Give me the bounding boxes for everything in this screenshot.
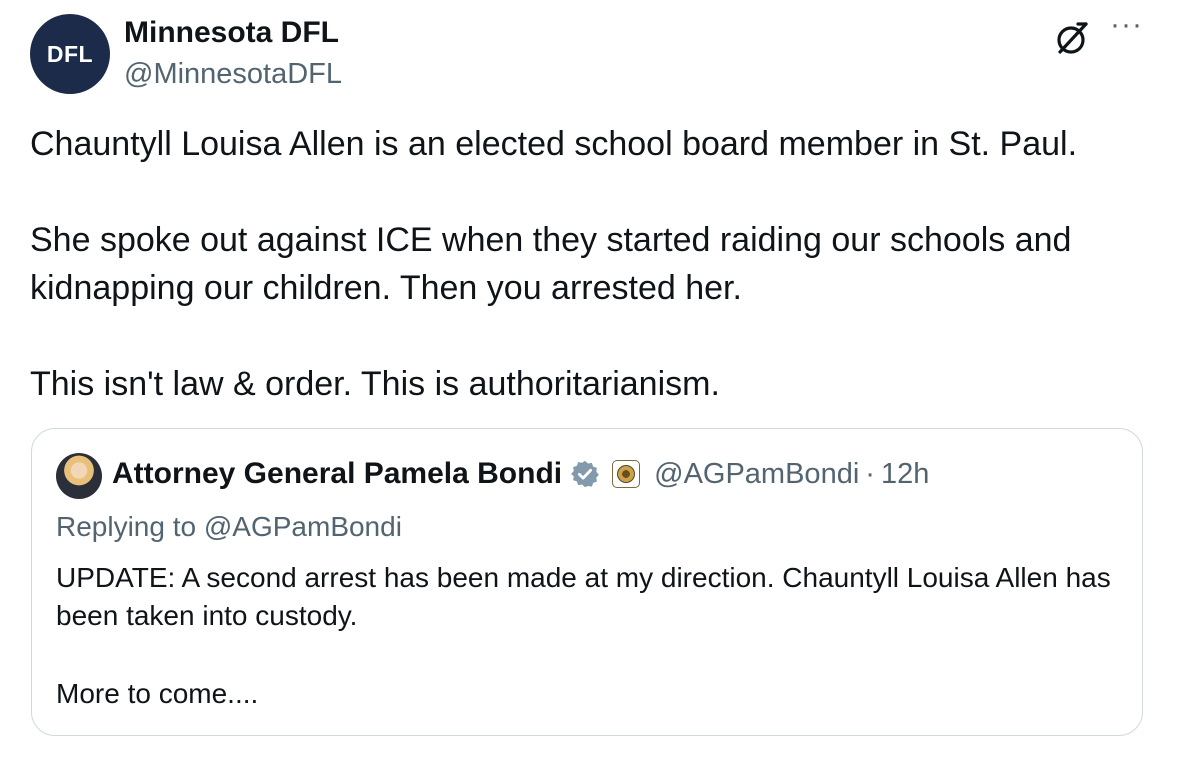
verified-badge-icon (571, 460, 599, 488)
post-text: Chauntyll Louisa Allen is an elected sch… (30, 120, 1150, 408)
quoted-post-time[interactable]: 12h (881, 458, 929, 491)
author-handle[interactable]: @MinnesotaDFL (124, 58, 342, 91)
author-avatar[interactable]: DFL (30, 14, 110, 94)
post-paragraph: This isn't law & order. This is authorit… (30, 365, 720, 403)
quoted-author-handle[interactable]: @AGPamBondi (654, 458, 859, 491)
quoted-paragraph: More to come.... (56, 678, 259, 709)
avatar-logo-text: DFL (46, 40, 94, 67)
grok-icon[interactable] (1052, 18, 1092, 58)
more-options-icon[interactable]: ··· (1110, 10, 1143, 40)
quoted-paragraph: UPDATE: A second arrest has been made at… (56, 562, 1111, 631)
author-display-name[interactable]: Minnesota DFL (124, 16, 339, 50)
post-paragraph: Chauntyll Louisa Allen is an elected sch… (30, 125, 1078, 163)
quoted-author-avatar[interactable] (56, 453, 102, 499)
post-paragraph: She spoke out against ICE when they star… (30, 221, 1072, 307)
separator-dot: · (865, 457, 875, 490)
quoted-post-header: Attorney General Pamela Bondi @AGPamBond… (112, 457, 929, 491)
replying-to-label: Replying to @AGPamBondi (56, 511, 402, 542)
quoted-post-text: UPDATE: A second arrest has been made at… (56, 559, 1116, 713)
quoted-author-name[interactable]: Attorney General Pamela Bondi (112, 457, 562, 491)
quoted-post[interactable]: Attorney General Pamela Bondi @AGPamBond… (31, 428, 1143, 736)
doj-seal-icon (612, 460, 641, 488)
